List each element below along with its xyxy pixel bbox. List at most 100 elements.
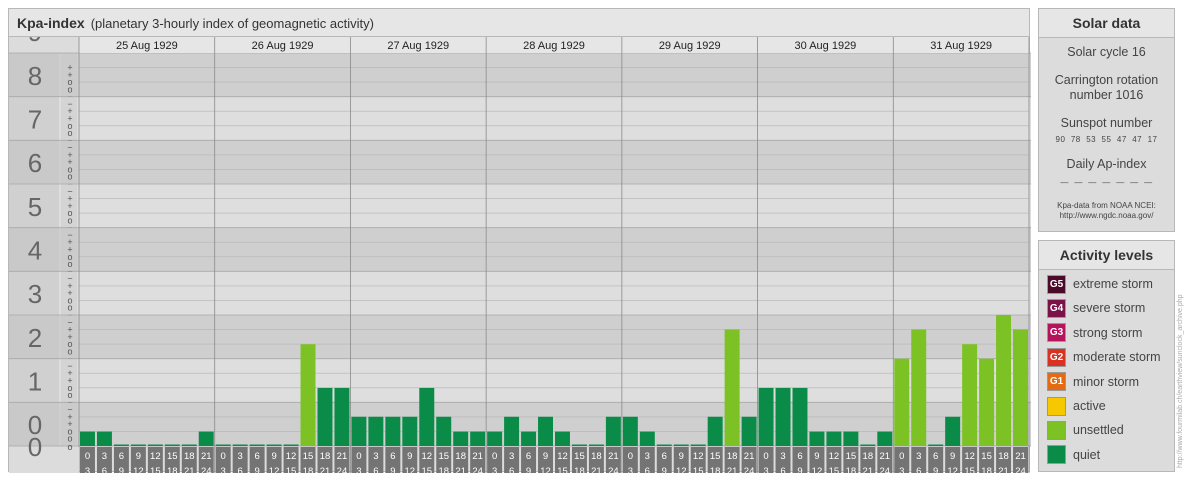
- solar-data-panel: Solar data Solar cycle 16 Carrington rot…: [1038, 8, 1175, 232]
- kp-bar: [1013, 329, 1028, 446]
- interval-end-label: 6: [509, 466, 514, 473]
- interval-end-label: 18: [574, 466, 585, 473]
- kp-bar: [673, 444, 689, 446]
- ap-index-label: Daily Ap-index: [1066, 157, 1147, 171]
- interval-start-label: 6: [526, 451, 531, 462]
- kp-bar: [351, 416, 367, 446]
- activity-level-label: minor storm: [1073, 374, 1139, 389]
- interval-start-label: 12: [964, 451, 975, 462]
- kp-bar: [266, 444, 282, 446]
- activity-level-label: strong storm: [1073, 325, 1143, 340]
- interval-start-label: 15: [574, 451, 585, 462]
- interval-start-label: 15: [438, 451, 449, 462]
- activity-level-swatch: G5: [1047, 274, 1066, 294]
- kp-bar: [588, 444, 604, 446]
- interval-start-label: 9: [407, 451, 412, 462]
- activity-level-label: active: [1073, 399, 1106, 413]
- kp-bar: [979, 358, 995, 446]
- kp-bar: [419, 387, 435, 446]
- activity-level-label: severe storm: [1073, 301, 1146, 316]
- activity-level-swatch: G3: [1047, 323, 1066, 343]
- kp-bar: [571, 444, 587, 446]
- activity-level-swatch: [1047, 420, 1066, 440]
- interval-start-label: 12: [286, 451, 297, 462]
- kp-bar: [402, 416, 418, 446]
- interval-start-label: 21: [880, 451, 891, 462]
- day-label: 27 Aug 1929: [387, 40, 449, 52]
- activity-level-swatch: G2: [1047, 347, 1066, 367]
- interval-start-label: 3: [916, 451, 921, 462]
- interval-start-label: 3: [780, 451, 785, 462]
- interval-end-label: 3: [85, 466, 90, 473]
- interval-start-label: 9: [679, 451, 684, 462]
- interval-start-label: 0: [763, 451, 768, 462]
- interval-start-label: 3: [238, 451, 243, 462]
- interval-start-label: 18: [863, 451, 874, 462]
- interval-end-label: 15: [829, 466, 840, 473]
- kp-bar: [622, 416, 638, 446]
- kp-bar: [639, 431, 655, 446]
- interval-start-label: 9: [543, 451, 548, 462]
- interval-end-label: 12: [947, 466, 958, 473]
- kp-bar: [368, 416, 384, 446]
- kp-bar: [198, 431, 214, 446]
- day-label: 26 Aug 1929: [252, 40, 314, 52]
- interval-end-label: 18: [846, 466, 857, 473]
- kp-bar: [792, 387, 808, 446]
- interval-end-label: 9: [254, 466, 259, 473]
- activity-level-active: active: [1047, 396, 1106, 416]
- kp-bar: [605, 416, 621, 446]
- interval-end-label: 3: [763, 466, 768, 473]
- interval-end-label: 9: [390, 466, 395, 473]
- band-3: [9, 271, 1031, 315]
- activity-level-extreme-storm: G5 extreme storm: [1047, 274, 1153, 294]
- day-label: 31 Aug 1929: [930, 40, 992, 52]
- interval-start-label: 21: [201, 451, 212, 462]
- interval-start-label: 12: [421, 451, 432, 462]
- activity-level-unsettled: unsettled: [1047, 420, 1124, 440]
- interval-start-label: 18: [320, 451, 331, 462]
- kp-bar: [555, 431, 570, 446]
- activity-level-swatch: [1047, 445, 1066, 465]
- source-link[interactable]: http://www.ngdc.noaa.gov/: [1039, 211, 1174, 221]
- interval-end-label: 24: [337, 466, 348, 473]
- kp-bar: [80, 431, 95, 446]
- interval-start-label: 9: [136, 451, 141, 462]
- y-tick-label: 5: [28, 192, 42, 222]
- band-6: [9, 140, 1031, 184]
- kp-bar: [690, 444, 706, 446]
- interval-end-label: 15: [693, 466, 704, 473]
- activity-level-severe-storm: G4 severe storm: [1047, 298, 1145, 318]
- interval-end-label: 12: [133, 466, 144, 473]
- interval-start-label: 18: [455, 451, 466, 462]
- kp-bar: [996, 315, 1012, 446]
- band-1: [9, 358, 1031, 403]
- kp-bar: [962, 344, 978, 446]
- interval-end-label: 24: [201, 466, 212, 473]
- day-label: 29 Aug 1929: [659, 40, 721, 52]
- kp-bar: [470, 431, 486, 446]
- band-2: [9, 315, 1031, 359]
- interval-end-label: 21: [184, 466, 195, 473]
- interval-end-label: 24: [744, 466, 755, 473]
- interval-end-label: 15: [150, 466, 161, 473]
- source-line-1: Kpa-data from NOAA NCEI:: [1057, 201, 1156, 210]
- kp-bar: [283, 444, 299, 446]
- kp-bar: [504, 416, 520, 446]
- interval-end-label: 21: [320, 466, 331, 473]
- interval-end-label: 9: [526, 466, 531, 473]
- interval-end-label: 21: [455, 466, 466, 473]
- solar-cycle: Solar cycle 16: [1067, 45, 1146, 59]
- interval-start-label: 0: [899, 451, 904, 462]
- interval-start-label: 15: [303, 451, 314, 462]
- interval-end-label: 24: [608, 466, 619, 473]
- kp-bar: [113, 444, 129, 446]
- interval-end-label: 12: [676, 466, 687, 473]
- kp-bar: [249, 444, 265, 446]
- interval-start-label: 9: [950, 451, 955, 462]
- activity-level-label: moderate storm: [1073, 350, 1161, 365]
- interval-end-label: 24: [880, 466, 891, 473]
- interval-end-label: 15: [964, 466, 975, 473]
- interval-end-label: 6: [373, 466, 378, 473]
- y-tick-label: 1: [28, 367, 42, 397]
